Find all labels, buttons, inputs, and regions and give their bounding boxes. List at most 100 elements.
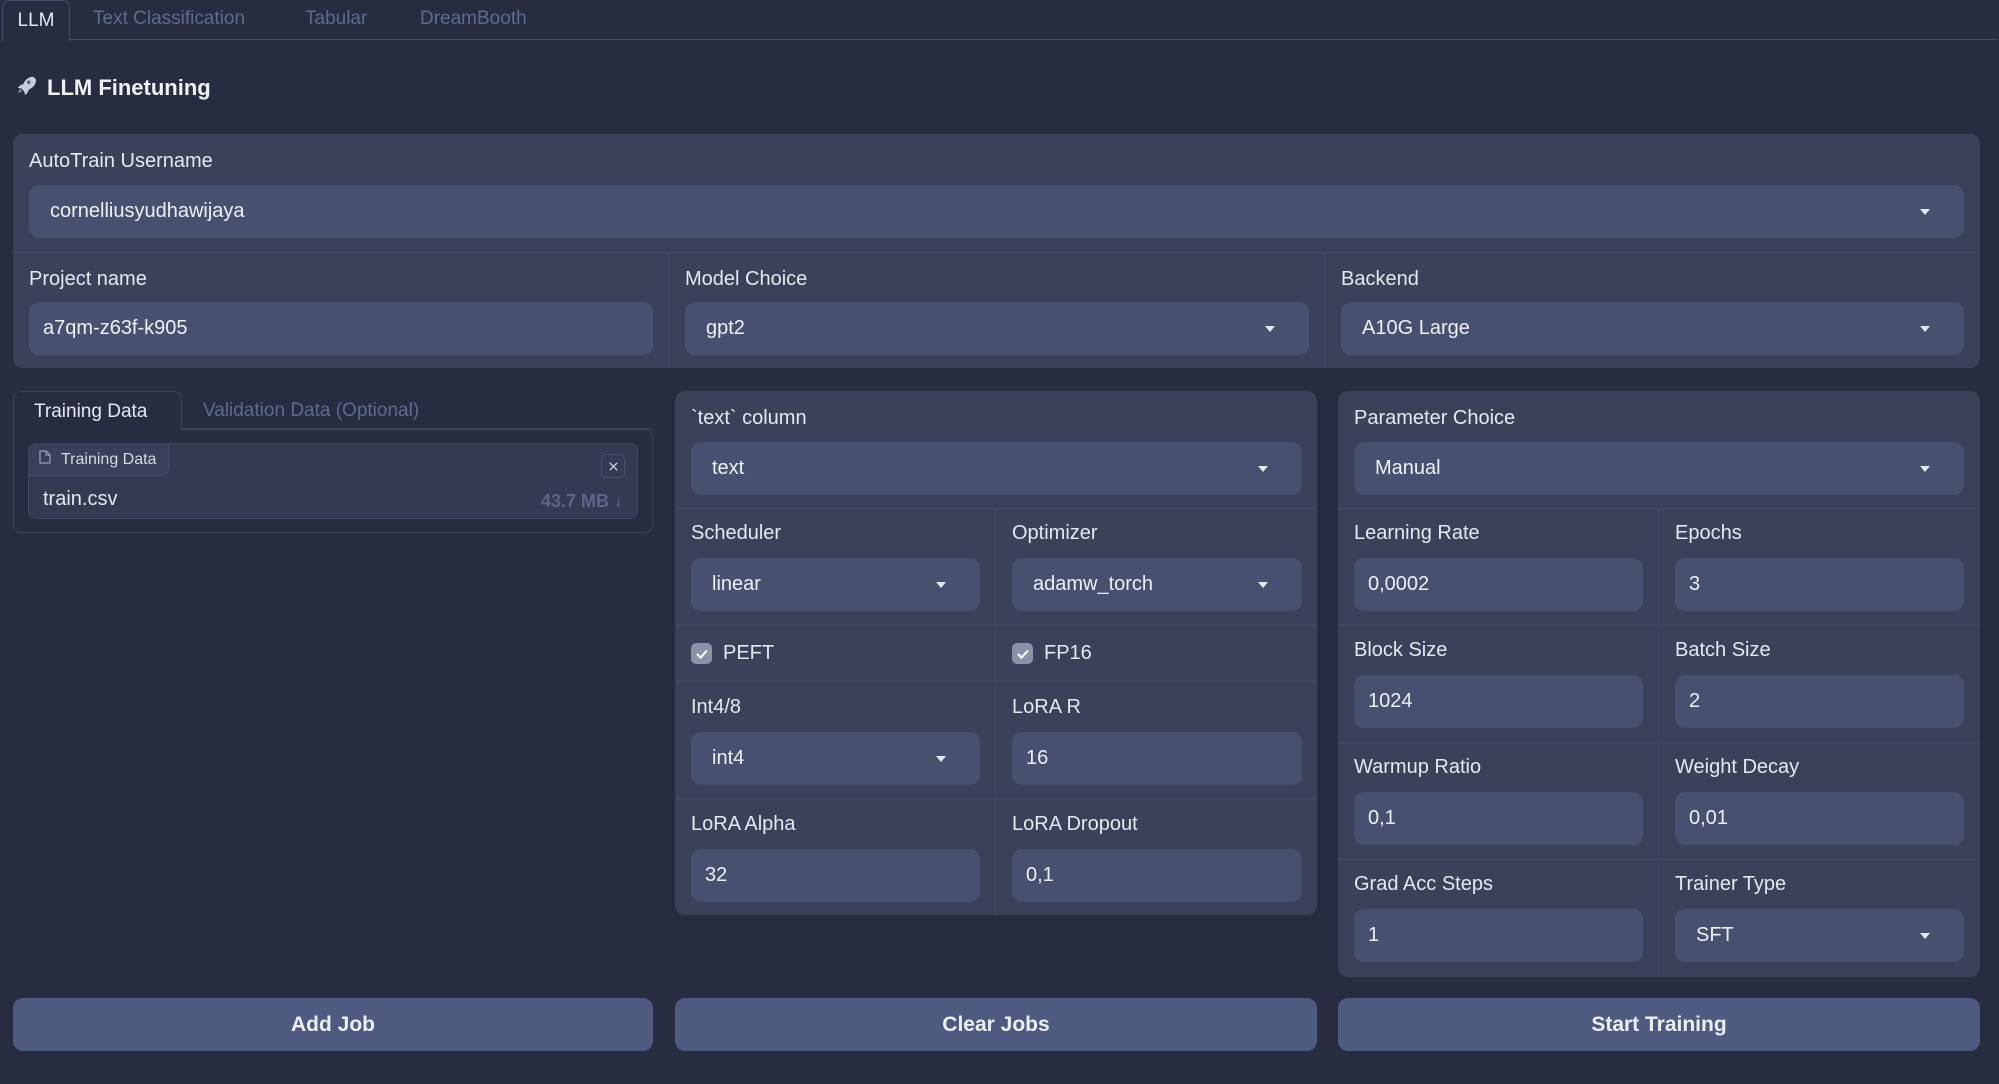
- model-choice-value: gpt2: [706, 317, 745, 339]
- backend-select[interactable]: A10G Large: [1341, 302, 1964, 355]
- text-column-value: text: [712, 457, 745, 479]
- scheduler-select[interactable]: linear: [691, 558, 980, 611]
- add-job-button[interactable]: Add Job: [13, 998, 653, 1051]
- project-settings-panel: AutoTrain Username cornelliusyudhawijaya…: [13, 134, 1980, 368]
- tab-llm[interactable]: LLM: [2, 0, 70, 41]
- scheduler-label: Scheduler: [691, 522, 782, 544]
- chevron-down-icon: [1920, 326, 1930, 332]
- fp16-checkbox[interactable]: [1012, 643, 1033, 664]
- divider: [668, 252, 669, 368]
- project-name-value: a7qm-z63f-k905: [43, 317, 188, 339]
- training-options-panel: `text` column text Scheduler linear Opti…: [675, 391, 1317, 915]
- block-size-label: Block Size: [1354, 639, 1448, 661]
- text-column-select[interactable]: text: [691, 442, 1302, 495]
- chevron-down-icon: [1258, 582, 1268, 588]
- optimizer-value: adamw_torch: [1033, 573, 1154, 595]
- start-training-button[interactable]: Start Training: [1338, 998, 1980, 1051]
- chevron-down-icon: [1258, 466, 1268, 472]
- tab-training-data[interactable]: Training Data: [13, 391, 182, 430]
- username-value: cornelliusyudhawijaya: [50, 200, 245, 222]
- data-tabs-divider: [182, 428, 653, 429]
- divider: [1338, 625, 1980, 626]
- epochs-input[interactable]: 3: [1675, 558, 1964, 611]
- batch-size-input[interactable]: 2: [1675, 675, 1964, 728]
- optimizer-select[interactable]: adamw_torch: [1012, 558, 1302, 611]
- weight-decay-input[interactable]: 0,01: [1675, 792, 1964, 845]
- divider: [995, 508, 996, 915]
- grad-acc-steps-value: 1: [1368, 924, 1380, 946]
- page-title-text: LLM Finetuning: [47, 75, 211, 100]
- lora-dropout-value: 0,1: [1026, 864, 1054, 886]
- lora-r-label: LoRA R: [1012, 696, 1081, 718]
- model-choice-select[interactable]: gpt2: [685, 302, 1309, 355]
- lora-r-value: 16: [1026, 747, 1049, 769]
- int48-label: Int4/8: [691, 696, 742, 718]
- model-choice-label: Model Choice: [685, 268, 808, 290]
- file-upload-label-text: Training Data: [61, 450, 157, 468]
- clear-jobs-button[interactable]: Clear Jobs: [675, 998, 1317, 1051]
- trainer-type-label: Trainer Type: [1675, 873, 1787, 895]
- lora-dropout-input[interactable]: 0,1: [1012, 849, 1302, 902]
- int48-select[interactable]: int4: [691, 732, 980, 785]
- grad-acc-steps-label: Grad Acc Steps: [1354, 873, 1493, 895]
- chevron-down-icon: [1920, 933, 1930, 939]
- project-name-input[interactable]: a7qm-z63f-k905: [29, 302, 653, 355]
- file-upload-label: Training Data: [29, 444, 170, 476]
- epochs-label: Epochs: [1675, 522, 1742, 544]
- divider: [13, 252, 1980, 253]
- chevron-down-icon: [1265, 326, 1275, 332]
- tab-dreambooth[interactable]: DreamBooth: [420, 8, 527, 30]
- divider: [1338, 508, 1980, 509]
- weight-decay-label: Weight Decay: [1675, 756, 1800, 778]
- file-icon: [39, 450, 51, 469]
- divider: [675, 625, 1317, 626]
- grad-acc-steps-input[interactable]: 1: [1354, 909, 1643, 962]
- warmup-ratio-input[interactable]: 0,1: [1354, 792, 1643, 845]
- trainer-type-value: SFT: [1696, 924, 1734, 946]
- page-title: LLM Finetuning: [15, 74, 211, 102]
- tab-tabular[interactable]: Tabular: [305, 8, 367, 30]
- username-select[interactable]: cornelliusyudhawijaya: [29, 185, 1964, 238]
- optimizer-label: Optimizer: [1012, 522, 1098, 544]
- lora-r-input[interactable]: 16: [1012, 732, 1302, 785]
- parameter-choice-value: Manual: [1375, 457, 1441, 479]
- lora-alpha-input[interactable]: 32: [691, 849, 980, 902]
- text-column-label: `text` column: [691, 407, 807, 429]
- chevron-down-icon: [936, 582, 946, 588]
- main-tabs: LLM Text Classification Tabular DreamBoo…: [0, 0, 1999, 41]
- tabs-divider: [70, 39, 1997, 40]
- backend-value: A10G Large: [1362, 317, 1470, 339]
- divider: [675, 508, 1317, 509]
- parameter-choice-select[interactable]: Manual: [1354, 442, 1964, 495]
- project-name-label: Project name: [29, 268, 147, 290]
- tab-text-classification[interactable]: Text Classification: [93, 8, 245, 30]
- warmup-ratio-label: Warmup Ratio: [1354, 756, 1482, 778]
- weight-decay-value: 0,01: [1689, 807, 1728, 829]
- warning-text-clipped: [13, 1076, 483, 1084]
- batch-size-value: 2: [1689, 690, 1701, 712]
- fp16-label: FP16: [1044, 642, 1092, 664]
- download-icon: ↓: [614, 491, 623, 511]
- file-size[interactable]: 43.7 MB ↓: [541, 491, 623, 512]
- tab-validation-data[interactable]: Validation Data (Optional): [203, 400, 419, 422]
- divider: [675, 798, 1317, 799]
- warmup-ratio-value: 0,1: [1368, 807, 1396, 829]
- close-icon[interactable]: [601, 454, 625, 478]
- file-size-value: 43.7 MB: [540, 491, 609, 511]
- username-label: AutoTrain Username: [29, 150, 213, 172]
- block-size-input[interactable]: 1024: [1354, 675, 1643, 728]
- lora-alpha-value: 32: [705, 864, 728, 886]
- divider: [1324, 252, 1325, 368]
- backend-label: Backend: [1341, 268, 1419, 290]
- learning-rate-label: Learning Rate: [1354, 522, 1480, 544]
- file-name[interactable]: train.csv: [43, 488, 117, 511]
- peft-label: PEFT: [723, 642, 775, 664]
- trainer-type-select[interactable]: SFT: [1675, 909, 1964, 962]
- peft-checkbox[interactable]: [691, 643, 712, 664]
- lora-dropout-label: LoRA Dropout: [1012, 813, 1138, 835]
- rocket-icon: [15, 74, 37, 102]
- parameter-choice-label: Parameter Choice: [1354, 407, 1516, 429]
- learning-rate-value: 0,0002: [1368, 573, 1430, 595]
- learning-rate-input[interactable]: 0,0002: [1354, 558, 1643, 611]
- int48-value: int4: [712, 747, 745, 769]
